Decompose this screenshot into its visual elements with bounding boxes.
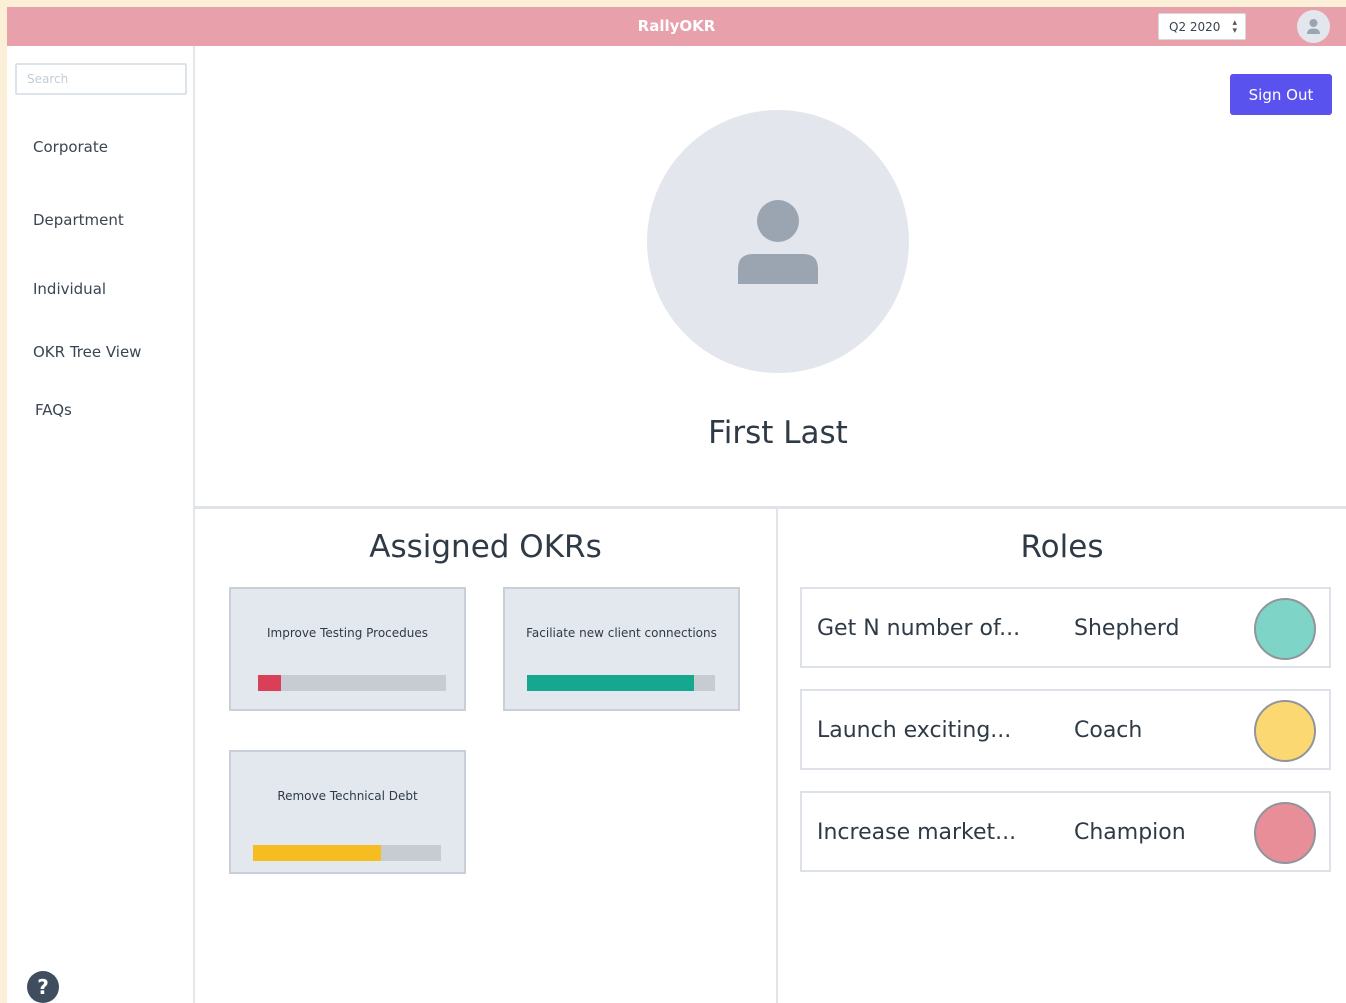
- role-row[interactable]: Launch exciting... Coach: [800, 689, 1331, 770]
- okr-card-label: Faciliate new client connections: [526, 626, 717, 640]
- sign-out-button[interactable]: Sign Out: [1230, 74, 1332, 115]
- sort-arrows-icon: ▴ ▾: [1232, 18, 1237, 36]
- role-row[interactable]: Increase market... Champion: [800, 791, 1331, 872]
- user-icon: [738, 200, 818, 284]
- role-row[interactable]: Get N number of... Shepherd: [800, 587, 1331, 668]
- okr-card[interactable]: Faciliate new client connections: [503, 587, 740, 711]
- sidebar-item-department[interactable]: Department: [33, 211, 124, 229]
- sidebar-item-okr-tree-view[interactable]: OKR Tree View: [33, 343, 141, 361]
- sidebar-item-faqs[interactable]: FAQs: [35, 401, 72, 419]
- app-frame: RallyOKR Q2 2020 ▴▾ Corporate Department…: [7, 7, 1346, 1003]
- role-name: Champion: [1074, 820, 1186, 845]
- okr-card-label: Remove Technical Debt: [277, 789, 418, 803]
- quarter-select-value: Q2 2020: [1169, 20, 1221, 34]
- roles-title: Roles: [1020, 529, 1104, 565]
- role-color-dot: [1254, 700, 1316, 762]
- search-input[interactable]: [15, 63, 187, 95]
- okr-card-label: Improve Testing Procedues: [266, 626, 429, 640]
- role-okr-label: Launch exciting...: [817, 718, 1012, 743]
- okr-progress-fill: [253, 845, 381, 861]
- okr-progress-bar: [253, 845, 441, 861]
- role-name: Coach: [1074, 718, 1143, 743]
- account-avatar[interactable]: [1297, 10, 1330, 43]
- user-icon: [1307, 19, 1320, 34]
- profile-avatar: [647, 110, 909, 373]
- section-divider: [195, 506, 1346, 509]
- okr-progress-fill: [527, 675, 695, 691]
- okr-card[interactable]: Improve Testing Procedues: [229, 587, 466, 711]
- okr-card[interactable]: Remove Technical Debt: [229, 750, 466, 874]
- role-color-dot: [1254, 802, 1316, 864]
- role-color-dot: [1254, 598, 1316, 660]
- sidebar-item-corporate[interactable]: Corporate: [33, 138, 108, 156]
- assigned-okrs-title: Assigned OKRs: [369, 529, 602, 565]
- sidebar-item-individual[interactable]: Individual: [33, 280, 106, 298]
- role-okr-label: Increase market...: [817, 820, 1017, 845]
- okr-progress-bar: [527, 675, 715, 691]
- okr-progress-fill: [258, 675, 281, 691]
- okr-progress-bar: [258, 675, 446, 691]
- help-button[interactable]: ?: [27, 971, 59, 1003]
- user-name: First Last: [708, 415, 848, 451]
- column-divider: [776, 509, 778, 1003]
- role-name: Shepherd: [1074, 616, 1180, 641]
- sidebar: Corporate Department Individual OKR Tree…: [7, 46, 195, 1003]
- role-okr-label: Get N number of...: [817, 616, 1021, 641]
- quarter-select[interactable]: Q2 2020 ▴ ▾: [1158, 13, 1246, 40]
- question-icon: ?: [37, 975, 49, 999]
- app-title: RallyOKR: [637, 17, 716, 35]
- top-bar: RallyOKR Q2 2020 ▴ ▾: [7, 7, 1346, 46]
